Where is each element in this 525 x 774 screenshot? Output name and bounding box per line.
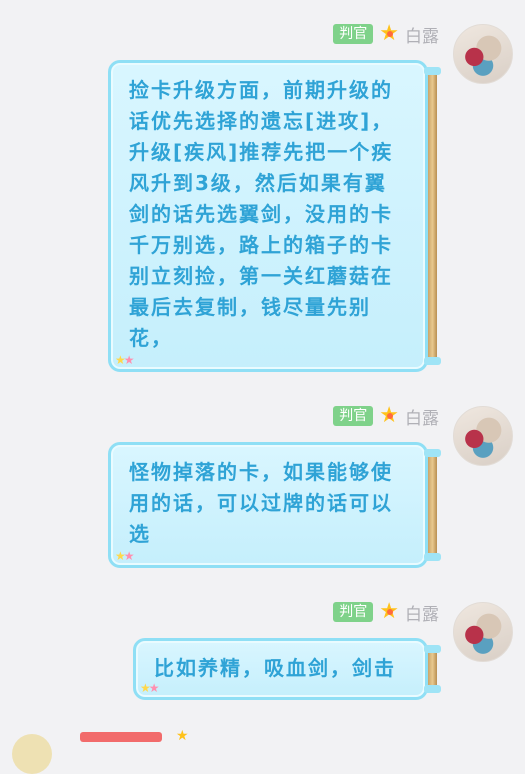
avatar[interactable] — [12, 734, 52, 774]
star-icon: ★ — [379, 601, 399, 623]
role-badge: 判官 — [333, 24, 374, 44]
message-header: 判官 ★ 白露 — [333, 22, 439, 47]
avatar[interactable] — [453, 602, 513, 662]
message-text: 捡卡升级方面，前期升级的话优先选择的遗忘[进攻]，升级[疾风]推荐先把一个疾风升… — [129, 78, 394, 350]
message-header: 判官 ★ 白露 — [333, 600, 439, 625]
scroll-decoration — [424, 449, 441, 561]
sparkle-icon: ★★ — [115, 549, 135, 563]
star-icon: ★ — [176, 728, 189, 744]
role-badge — [80, 732, 162, 742]
message-bubble[interactable]: 比如养精，吸血剑，剑击 ★★ — [133, 638, 441, 700]
scroll-decoration — [424, 645, 441, 693]
role-badge: 判官 — [333, 602, 374, 622]
scroll-decoration — [424, 67, 441, 365]
sender-name[interactable]: 白露 — [405, 600, 439, 625]
sparkle-icon: ★★ — [115, 353, 135, 367]
message-text: 怪物掉落的卡，如果能够使用的话，可以过牌的话可以选 — [129, 460, 393, 546]
star-icon: ★ — [379, 405, 399, 427]
message-header: 判官 ★ 白露 — [333, 404, 439, 429]
sender-name[interactable]: 白露 — [405, 22, 439, 47]
star-icon: ★ — [379, 23, 399, 45]
message-text: 比如养精，吸血剑，剑击 — [154, 656, 396, 680]
message-bubble[interactable]: 怪物掉落的卡，如果能够使用的话，可以过牌的话可以选 ★★ — [108, 442, 441, 568]
message-bubble[interactable]: 捡卡升级方面，前期升级的话优先选择的遗忘[进攻]，升级[疾风]推荐先把一个疾风升… — [108, 60, 441, 372]
avatar[interactable] — [453, 406, 513, 466]
avatar[interactable] — [453, 24, 513, 84]
sparkle-icon: ★★ — [140, 681, 160, 695]
sender-name[interactable]: 白露 — [405, 404, 439, 429]
role-badge: 判官 — [333, 406, 374, 426]
